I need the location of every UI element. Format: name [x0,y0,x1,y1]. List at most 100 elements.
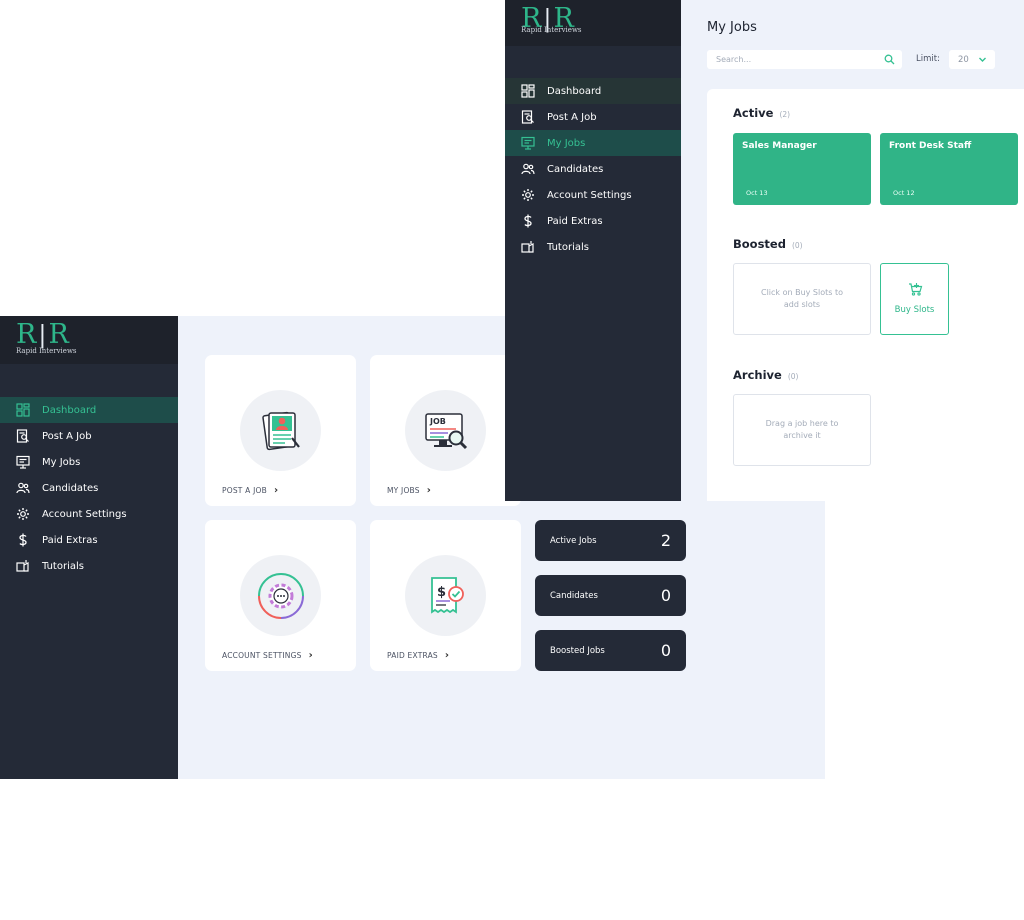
job-search-icon: JOB [424,412,467,449]
boosted-empty-slot: Click on Buy Slots to add slots [733,263,871,335]
sidebar-item-candidates[interactable]: Candidates [0,475,178,501]
stat-label: Candidates [550,590,598,601]
sidebar-item-account-settings[interactable]: Account Settings [505,182,681,208]
candidates-icon [521,162,535,176]
cart-icon [909,283,923,296]
limit-label: Limit: [916,54,940,64]
chevron-right-icon: › [426,485,432,496]
section-boosted-title: Boosted (0) [733,237,803,251]
dollar-icon [521,214,535,228]
chevron-down-icon [979,57,986,62]
sidebar-item-tutorials[interactable]: Tutorials [0,553,178,579]
card-label: PAID EXTRAS › [387,650,450,661]
sidebar-item-label: My Jobs [42,456,81,468]
stat-label: Active Jobs [550,535,597,546]
receipt-icon: $ [430,576,464,614]
limit-select[interactable]: 20 [949,50,995,69]
sidebar-item-label: Account Settings [42,508,127,520]
sidebar-item-label: Paid Extras [42,534,98,546]
jobs-board: Active (2) Sales Manager Oct 13 Front Des… [707,89,1024,501]
card-icon-circle: $ [405,555,486,636]
sidebar-item-post-a-job[interactable]: Post A Job [0,423,178,449]
chevron-right-icon: › [444,650,450,661]
tutorials-icon [16,559,30,573]
sidebar-item-my-jobs[interactable]: My Jobs [0,449,178,475]
archive-drop-zone[interactable]: Drag a job here to archive it [733,394,871,466]
account-settings-card[interactable]: ACCOUNT SETTINGS › [205,520,356,671]
page-title: My Jobs [707,20,757,35]
post-job-icon [521,110,535,124]
search-box [707,50,902,69]
stat-active-jobs[interactable]: Active Jobs 2 [535,520,686,561]
logo-text: Rapid Interviews [16,347,77,355]
logo[interactable]: R|R Rapid Interviews [0,316,178,364]
logo[interactable]: R|R Rapid Interviews [505,0,681,46]
limit-value: 20 [958,54,969,65]
job-date: Oct 13 [746,189,768,197]
post-job-icon [16,429,30,443]
job-date: Oct 12 [893,189,915,197]
chevron-right-icon: › [308,650,313,661]
card-label: POST A JOB › [222,485,279,496]
gear-icon [16,507,30,521]
sidebar-item-label: Tutorials [547,241,589,253]
search-icon[interactable] [884,54,895,65]
card-label: ACCOUNT SETTINGS › [222,650,313,661]
empty-slot-text: Click on Buy Slots to add slots [760,288,844,309]
svg-text:JOB: JOB [429,417,446,426]
my-jobs-icon [16,455,30,469]
my-jobs-window: R|R Rapid Interviews Dashboard Post A Jo… [505,0,1024,501]
dashboard-icon [16,403,30,417]
my-jobs-icon [521,136,535,150]
sidebar-nav: Dashboard Post A Job My Jobs Candidates … [0,397,178,579]
stat-candidates[interactable]: Candidates 0 [535,575,686,616]
sidebar-item-paid-extras[interactable]: Paid Extras [505,208,681,234]
section-count: (2) [779,110,791,119]
chevron-right-icon: › [273,485,279,496]
sidebar-item-label: Candidates [42,482,99,494]
post-a-job-card[interactable]: POST A JOB › [205,355,356,506]
my-jobs-card[interactable]: JOB MY JOBS › [370,355,521,506]
buy-slots-label: Buy Slots [894,305,935,315]
job-title: Front Desk Staff [889,141,972,151]
resume-icon [261,411,300,450]
section-archive-title: Archive (0) [733,368,799,382]
job-card[interactable]: Front Desk Staff Oct 12 [880,133,1018,205]
search-input[interactable] [716,50,876,69]
sidebar-item-dashboard[interactable]: Dashboard [0,397,178,423]
sidebar-item-my-jobs[interactable]: My Jobs [505,130,681,156]
buy-slots-button[interactable]: Buy Slots [880,263,949,335]
job-card[interactable]: Sales Manager Oct 13 [733,133,871,205]
stat-boosted-jobs[interactable]: Boosted Jobs 0 [535,630,686,671]
card-label: MY JOBS › [387,485,432,496]
sidebar-item-paid-extras[interactable]: Paid Extras [0,527,178,553]
stat-value: 2 [660,531,671,550]
stat-label: Boosted Jobs [550,645,605,656]
candidates-icon [16,481,30,495]
sidebar-item-tutorials[interactable]: Tutorials [505,234,681,260]
dollar-icon [16,533,30,547]
sidebar-item-label: Candidates [547,163,604,175]
section-count: (0) [791,241,803,250]
sidebar-item-candidates[interactable]: Candidates [505,156,681,182]
sidebar-item-label: Post A Job [42,430,92,442]
sidebar-item-dashboard[interactable]: Dashboard [505,78,681,104]
sidebar-item-label: Account Settings [547,189,632,201]
dashboard-sidebar: R|R Rapid Interviews Dashboard Post A Jo… [0,316,178,779]
svg-text:$: $ [437,585,446,600]
sidebar-item-label: Tutorials [42,560,84,572]
sidebar-item-label: Paid Extras [547,215,603,227]
sidebar-item-post-a-job[interactable]: Post A Job [505,104,681,130]
section-count: (0) [787,372,799,381]
sidebar-item-label: Post A Job [547,111,597,123]
card-icon-circle [240,555,321,636]
sidebar-item-account-settings[interactable]: Account Settings [0,501,178,527]
sidebar-item-label: Dashboard [547,85,602,97]
logo-text: Rapid Interviews [521,26,582,34]
my-jobs-sidebar: R|R Rapid Interviews Dashboard Post A Jo… [505,0,681,501]
sidebar-item-label: My Jobs [547,137,586,149]
section-active-title: Active (2) [733,106,791,120]
card-icon-circle [240,390,321,471]
stat-value: 0 [660,586,671,605]
paid-extras-card[interactable]: $ PAID EXTRAS › [370,520,521,671]
